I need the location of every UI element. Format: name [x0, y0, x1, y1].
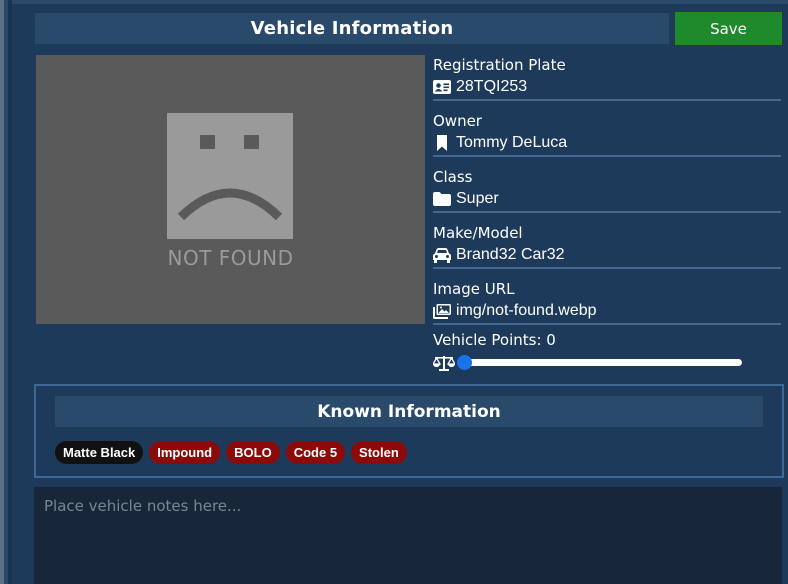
window-left-border	[0, 0, 12, 584]
tag-bolo[interactable]: BOLO	[226, 441, 280, 464]
image-url-label: Image URL	[433, 280, 515, 298]
make-model-value: Brand32 Car32	[456, 246, 565, 263]
id-card-icon	[433, 79, 451, 95]
vehicle-points-label: Vehicle Points: 0	[433, 331, 556, 349]
folder-icon	[433, 191, 451, 207]
car-icon	[433, 247, 451, 263]
image-url-field: Image URL img/not-found.webp	[433, 279, 781, 325]
known-information-panel: Known Information Matte Black Impound BO…	[34, 384, 784, 478]
tag-code-5[interactable]: Code 5	[285, 441, 346, 464]
vehicle-points-slider-track[interactable]	[462, 359, 742, 366]
owner-input[interactable]: Tommy DeLuca	[433, 131, 781, 157]
image-not-found-text: NOT FOUND	[167, 246, 294, 270]
images-icon	[433, 303, 451, 319]
registration-plate-field: Registration Plate 28TQI253	[433, 55, 781, 101]
known-information-tags: Matte Black Impound BOLO Code 5 Stolen	[55, 441, 407, 464]
save-button[interactable]: Save	[675, 12, 782, 45]
owner-label: Owner	[433, 112, 482, 130]
registration-plate-input[interactable]: 28TQI253	[433, 75, 781, 101]
make-model-label: Make/Model	[433, 224, 523, 242]
vehicle-notes-textarea[interactable]	[34, 487, 782, 584]
make-model-field: Make/Model Brand32 Car32	[433, 223, 781, 269]
make-model-input[interactable]: Brand32 Car32	[433, 243, 781, 269]
image-url-value: img/not-found.webp	[456, 302, 597, 319]
class-value: Super	[456, 190, 499, 207]
sad-face-icon	[167, 113, 293, 239]
image-url-input[interactable]: img/not-found.webp	[433, 299, 781, 325]
scale-balance-icon	[433, 355, 455, 371]
registration-plate-label: Registration Plate	[433, 56, 566, 74]
owner-value: Tommy DeLuca	[456, 134, 568, 151]
registration-plate-value: 28TQI253	[456, 78, 528, 95]
known-information-title: Known Information	[317, 401, 501, 422]
class-label: Class	[433, 168, 473, 186]
bookmark-icon	[433, 135, 451, 151]
vehicle-info-header: Vehicle Information	[35, 13, 669, 44]
class-input[interactable]: Super	[433, 187, 781, 213]
tag-matte-black[interactable]: Matte Black	[55, 441, 144, 464]
vehicle-points-slider-row	[433, 352, 743, 374]
page-title: Vehicle Information	[250, 18, 454, 39]
vehicle-image: NOT FOUND	[36, 55, 425, 324]
vehicle-points-slider-thumb[interactable]	[457, 355, 472, 370]
window-top-border	[12, 0, 788, 4]
tag-impound[interactable]: Impound	[149, 441, 221, 464]
class-field: Class Super	[433, 167, 781, 213]
tag-stolen[interactable]: Stolen	[351, 441, 407, 464]
known-information-header: Known Information	[55, 396, 763, 427]
owner-field: Owner Tommy DeLuca	[433, 111, 781, 157]
